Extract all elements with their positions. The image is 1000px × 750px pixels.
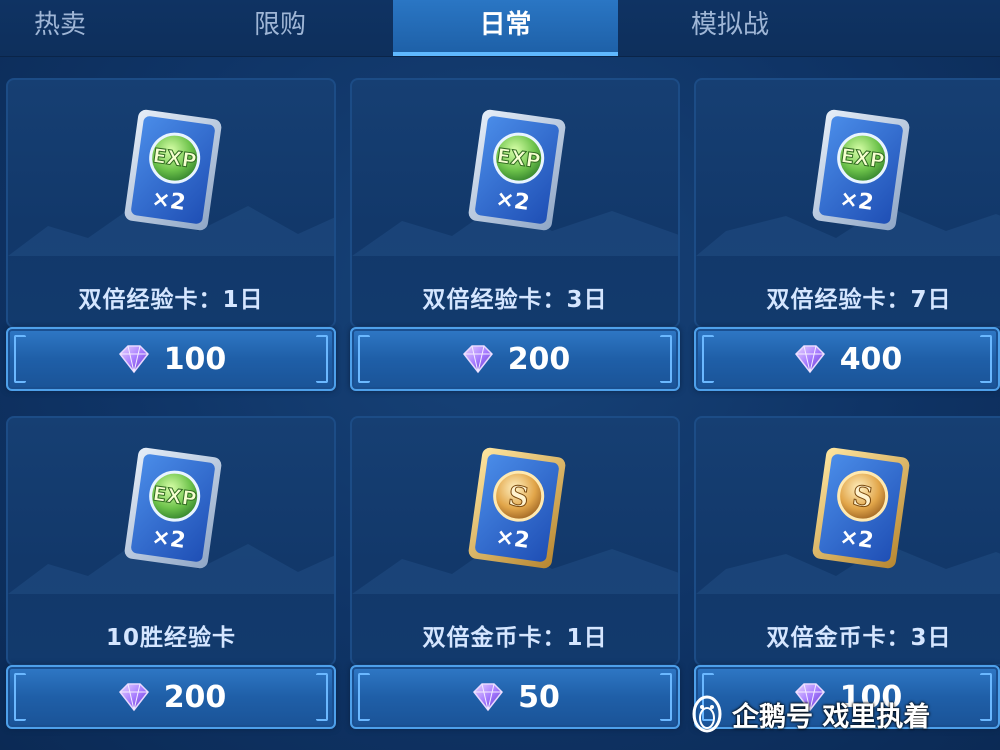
svg-text:×2: ×2 xyxy=(838,524,875,553)
gold-card-icon: S ×2 xyxy=(468,447,566,569)
shop-item-card[interactable]: S ×2 双倍金币卡：1日 xyxy=(350,416,680,666)
diamond-gem-icon xyxy=(794,345,825,374)
price-value: 100 xyxy=(163,341,227,377)
gold-card-icon: S ×2 xyxy=(812,447,910,569)
tab-limited[interactable]: 限购 xyxy=(200,0,360,56)
item-name: 双倍经验卡：1日 xyxy=(78,287,264,313)
diamond-gem-icon xyxy=(118,683,149,712)
diamond-gem-icon xyxy=(118,345,149,374)
exp-card-icon: EXP ×2 xyxy=(468,109,566,231)
shop-item-card[interactable]: EXP ×2 双倍经验卡：1日 xyxy=(6,78,336,328)
tab-bar: 热卖 限购 日常 模拟战 xyxy=(0,0,1000,57)
item-name: 双倍金币卡：1日 xyxy=(422,625,608,651)
price-value: 200 xyxy=(507,341,571,377)
price-button[interactable]: 200 xyxy=(6,665,336,729)
item-name: 双倍经验卡：3日 xyxy=(422,287,608,313)
exp-card-icon: EXP ×2 xyxy=(812,109,910,231)
price-value: 50 xyxy=(518,679,560,715)
shop-item-card[interactable]: EXP ×2 双倍经验卡：3日 xyxy=(350,78,680,328)
price-value: 400 xyxy=(839,341,903,377)
watermark-text: 企鹅号 戏里执着 xyxy=(732,701,931,733)
svg-text:×2: ×2 xyxy=(494,524,531,553)
svg-text:×2: ×2 xyxy=(150,186,187,215)
tab-hot[interactable]: 热卖 xyxy=(0,0,120,56)
penguin-logo-icon xyxy=(692,695,722,733)
tab-simulation[interactable]: 模拟战 xyxy=(640,0,820,56)
shop-item-card[interactable]: EXP ×2 10胜经验卡 xyxy=(6,416,336,666)
price-button[interactable]: 100 xyxy=(6,327,336,391)
diamond-gem-icon xyxy=(462,345,493,374)
item-name: 10胜经验卡 xyxy=(105,625,236,651)
svg-text:×2: ×2 xyxy=(150,524,187,553)
exp-card-icon: EXP ×2 xyxy=(124,109,222,231)
tab-daily[interactable]: 日常 xyxy=(393,0,618,56)
shop-item-card[interactable]: S ×2 双倍金币卡：3日 xyxy=(694,416,1000,666)
price-button[interactable]: 400 xyxy=(694,327,1000,391)
item-name: 双倍经验卡：7日 xyxy=(766,287,952,313)
price-button[interactable]: 50 xyxy=(350,665,680,729)
svg-text:×2: ×2 xyxy=(494,186,531,215)
shop-item-card[interactable]: EXP ×2 双倍经验卡：7日 xyxy=(694,78,1000,328)
diamond-gem-icon xyxy=(473,683,504,712)
svg-text:×2: ×2 xyxy=(838,186,875,215)
exp-card-icon: EXP ×2 xyxy=(124,447,222,569)
price-button[interactable]: 200 xyxy=(350,327,680,391)
item-name: 双倍金币卡：3日 xyxy=(766,625,952,651)
watermark: 企鹅号 戏里执着 xyxy=(690,688,995,740)
price-value: 200 xyxy=(163,679,227,715)
